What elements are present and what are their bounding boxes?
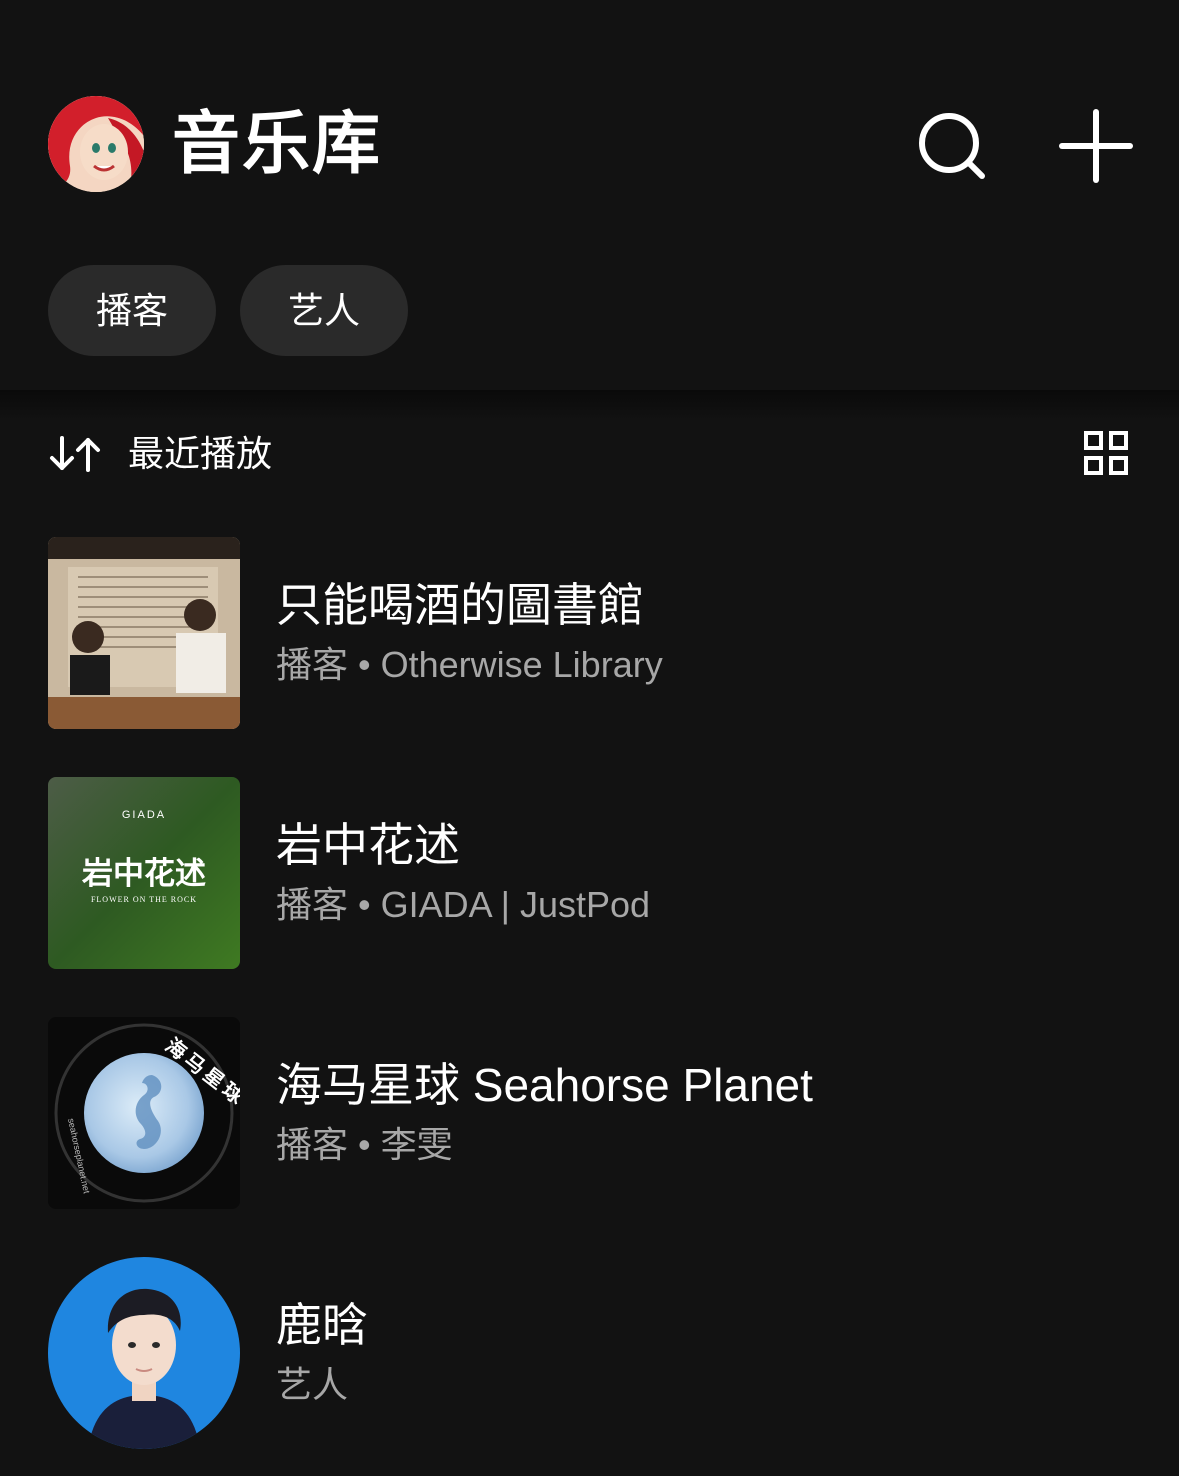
grid-view-icon: [1084, 431, 1128, 475]
item-title: 只能喝酒的圖書館: [276, 579, 644, 631]
cover-image: GIADA 岩中花述 FLOWER ON THE ROCK: [48, 777, 240, 969]
list-item[interactable]: 只能喝酒的圖書館 播客 • Otherwise Library: [48, 537, 1148, 729]
item-title: 岩中花述: [276, 819, 460, 871]
header-divider: [0, 390, 1179, 420]
page-title: 音乐库: [172, 106, 383, 182]
avatar-image: [48, 96, 144, 192]
item-title: 海马星球 Seahorse Planet: [276, 1059, 813, 1111]
item-subtitle: 播客 • Otherwise Library: [276, 644, 663, 685]
list-item[interactable]: 鹿晗 艺人: [48, 1257, 1148, 1449]
sort-arrows-icon: [50, 436, 100, 472]
cover-image: 海马星球 seahorseplanet.net: [48, 1017, 240, 1209]
filter-chip-podcasts[interactable]: 播客: [48, 265, 216, 356]
add-button[interactable]: [1058, 108, 1134, 184]
podcast-cover: 海马星球 seahorseplanet.net: [48, 1017, 240, 1209]
profile-avatar[interactable]: [48, 96, 144, 192]
list-item[interactable]: GIADA 岩中花述 FLOWER ON THE ROCK 岩中花述 播客 • …: [48, 777, 1148, 969]
sort-label: 最近播放: [128, 433, 273, 474]
item-subtitle: 艺人: [276, 1364, 349, 1405]
plus-icon: [1059, 109, 1133, 183]
cover-image: [48, 537, 240, 729]
grid-view-button[interactable]: [1082, 430, 1132, 478]
cover-title: 岩中花述: [81, 856, 206, 892]
search-button[interactable]: [914, 108, 990, 184]
item-title: 鹿晗: [276, 1299, 368, 1351]
list-item[interactable]: 海马星球 seahorseplanet.net 海马星球 Seahorse Pl…: [48, 1017, 1148, 1209]
item-subtitle: 播客 • 李雯: [276, 1124, 453, 1165]
artist-avatar: [48, 1257, 240, 1449]
search-icon: [919, 113, 985, 179]
podcast-cover: GIADA 岩中花述 FLOWER ON THE ROCK: [48, 777, 240, 969]
cover-subtitle: FLOWER ON THE ROCK: [91, 895, 197, 904]
filter-chip-artists[interactable]: 艺人: [240, 265, 408, 356]
podcast-cover: [48, 537, 240, 729]
library-header: 音乐库 播客 艺人: [0, 0, 1179, 395]
artist-photo: [48, 1257, 240, 1449]
cover-brand: GIADA: [122, 809, 166, 821]
item-subtitle: 播客 • GIADA | JustPod: [276, 884, 651, 925]
